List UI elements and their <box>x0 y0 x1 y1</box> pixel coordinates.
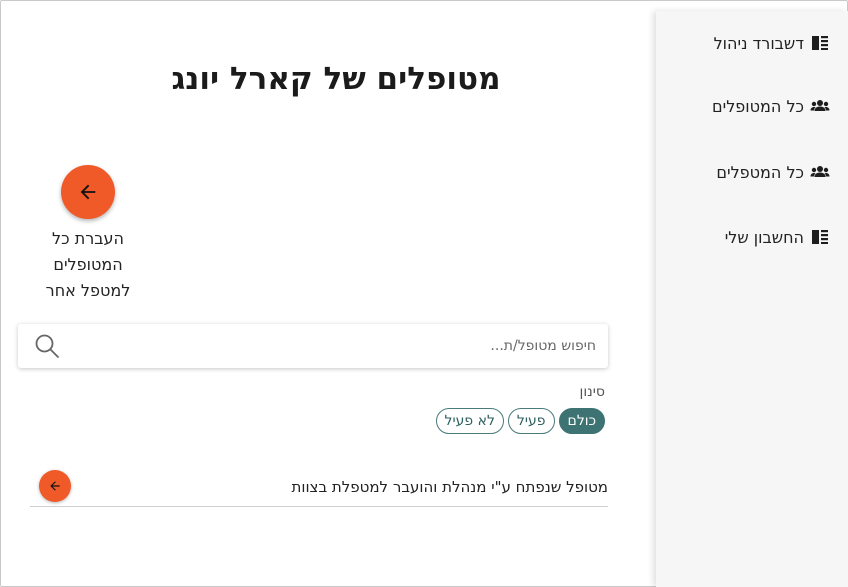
sidebar-item-label: דשבורד ניהול <box>713 33 804 53</box>
transfer-patient-button[interactable] <box>39 470 71 502</box>
patient-name: מטופל שנפתח ע"י מנהלת והועבר למטפלת בצוו… <box>291 478 608 496</box>
sidebar-item-label: כל המטפלים <box>716 162 804 182</box>
group-icon <box>810 162 830 182</box>
filter-chip-all[interactable]: כולם <box>558 408 605 434</box>
filter-chip-inactive[interactable]: לא פעיל <box>435 408 504 434</box>
sidebar-item-all-patients[interactable]: כל המטופלים <box>712 96 830 116</box>
filter-chips: כולם פעיל לא פעיל <box>435 408 605 434</box>
filter-label: סינון <box>579 384 605 400</box>
filter-chip-active[interactable]: פעיל <box>507 408 555 434</box>
arrow-left-icon <box>50 481 60 491</box>
sidebar-item-dashboard[interactable]: דשבורד ניהול <box>714 33 830 53</box>
arrow-left-icon <box>80 184 96 200</box>
sidebar-item-label: החשבון שלי <box>724 227 804 247</box>
search-box <box>18 324 608 368</box>
search-icon[interactable] <box>34 333 60 359</box>
transfer-all-button[interactable] <box>61 165 115 219</box>
search-input[interactable] <box>76 334 596 358</box>
list-item[interactable]: מטופל שנפתח ע"י מנהלת והועבר למטפלת בצוו… <box>30 469 608 507</box>
sidebar: דשבורד ניהול כל המטופלים כל המטפלים החשב… <box>656 11 848 587</box>
group-icon <box>810 96 830 116</box>
app-window: מטופלים של קארל יונג העברת כל המטופלים ל… <box>0 0 848 587</box>
page-title: מטופלים של קארל יונג <box>171 61 501 97</box>
book-icon <box>810 33 830 53</box>
sidebar-item-my-account[interactable]: החשבון שלי <box>725 227 830 247</box>
sidebar-item-label: כל המטופלים <box>712 96 804 116</box>
book-icon <box>810 227 830 247</box>
transfer-all-caption: העברת כל המטופלים למטפל אחר <box>45 229 131 300</box>
sidebar-item-all-therapists[interactable]: כל המטפלים <box>716 162 830 182</box>
